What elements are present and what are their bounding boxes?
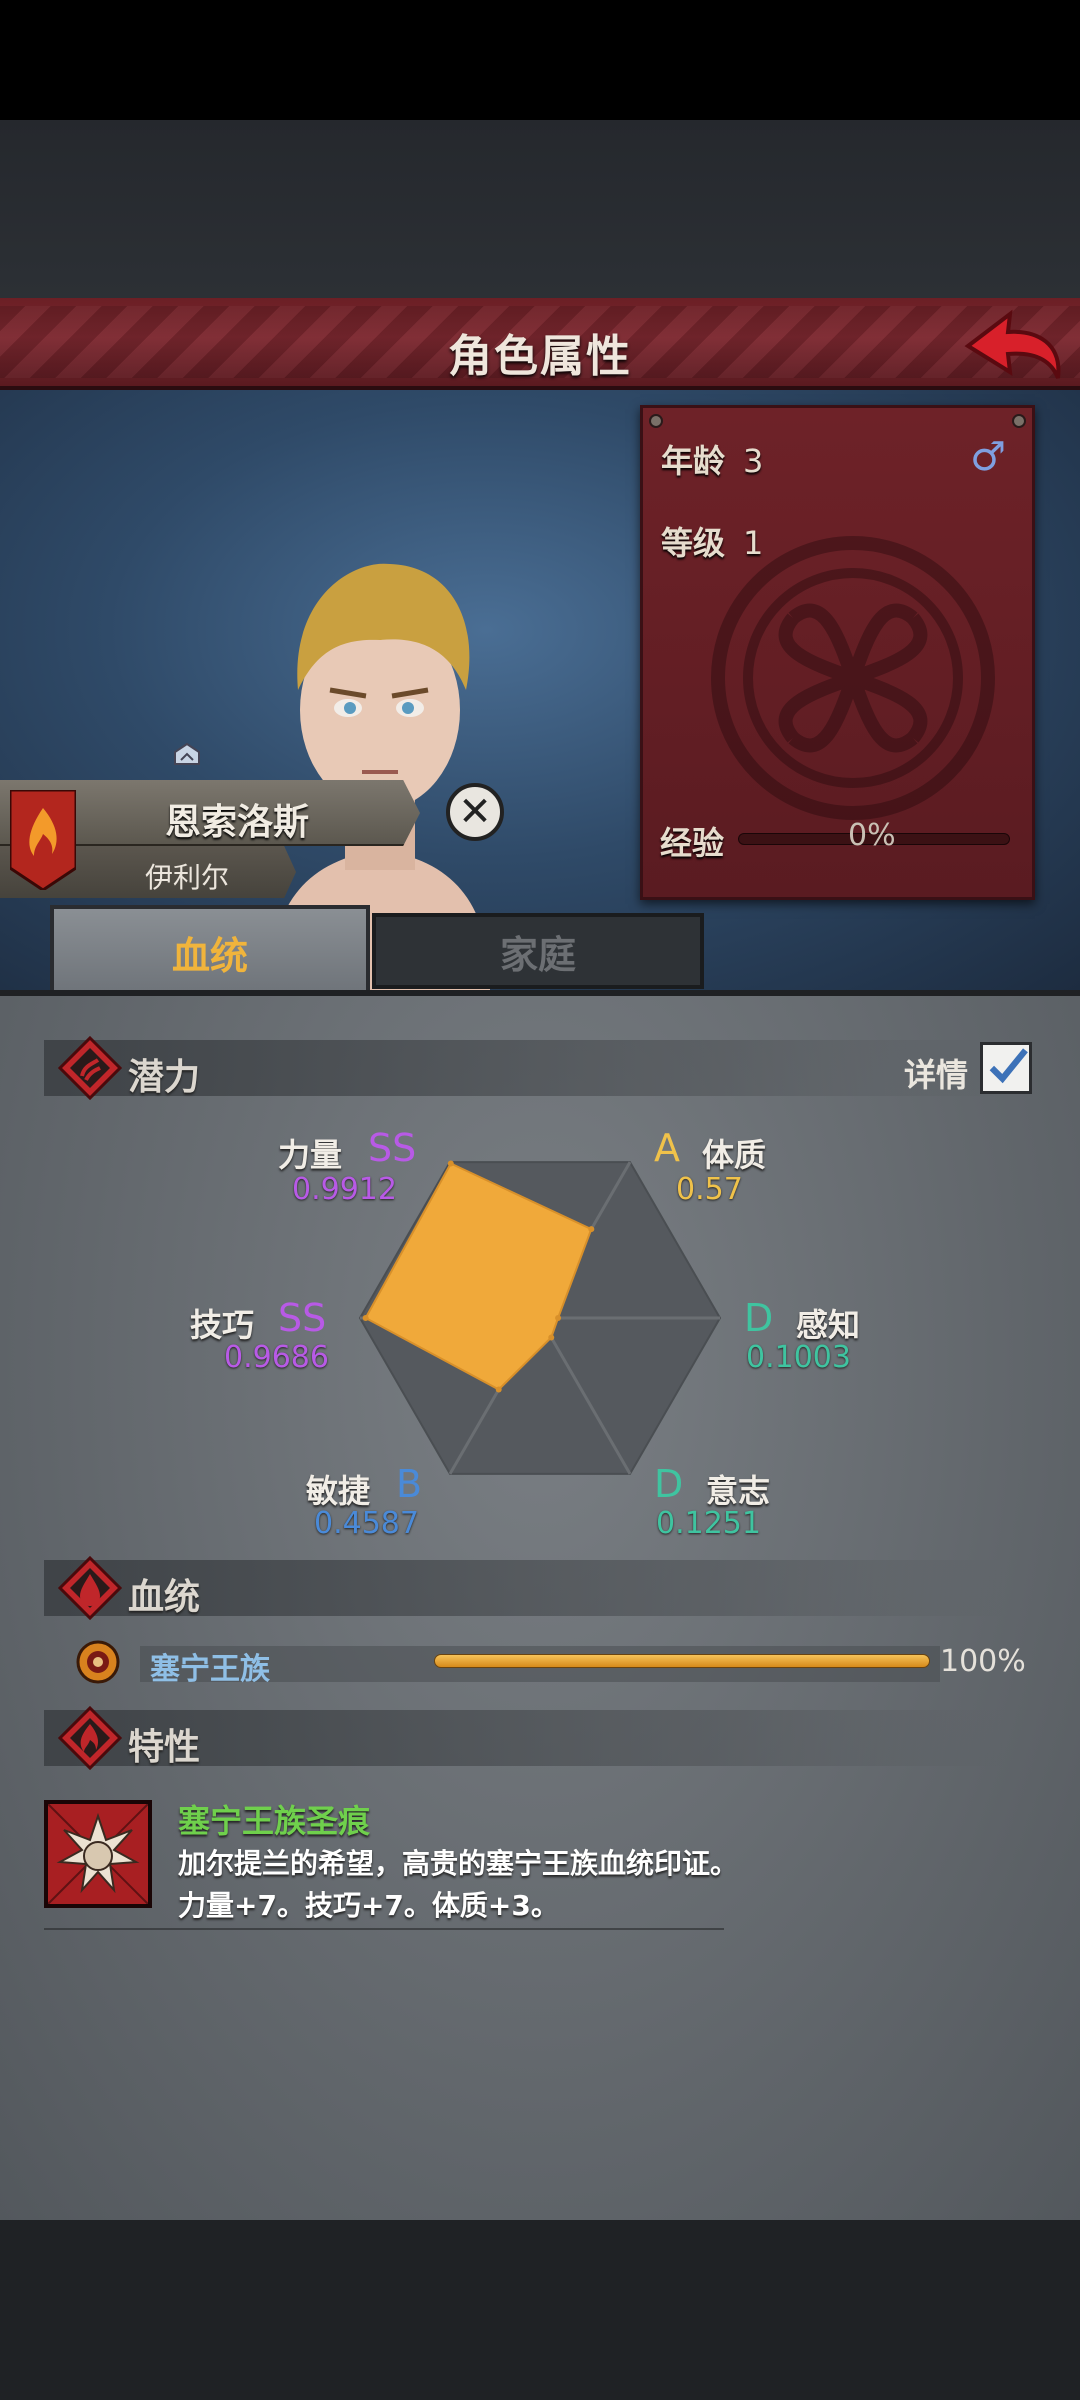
title-bar: 角色属性 [0,298,1080,390]
exp-label: 经验 [660,824,725,862]
close-icon: ✕ [458,789,492,835]
tab-family[interactable]: 家庭 [372,913,704,989]
bolt-icon [1012,414,1026,428]
bloodline-progress-bar [434,1654,930,1668]
potential-title: 潜力 [128,1057,201,1098]
bloodline-section-header: 血统 [44,1556,1004,1620]
bloodline-name: 塞宁王族 [150,1652,270,1687]
attr-value-perception: 0.1003 [746,1340,851,1375]
radar-point [447,1160,454,1167]
radar-point [555,1315,562,1321]
tab-bar: 血统 家庭 [0,905,1080,995]
attr-grade-will: D [654,1462,684,1506]
age-value: 3 [743,442,764,480]
attr-value-strength: 0.9912 [292,1172,397,1207]
traits-section-header: 特性 [44,1706,1004,1770]
level-value: 1 [743,524,764,562]
trait-description: 加尔提兰的希望，高贵的塞宁王族血统印证。 [178,1847,739,1880]
traits-title: 特性 [128,1727,201,1768]
character-name: 恩索洛斯 [165,802,310,843]
radar-point [548,1334,555,1341]
male-gender-icon: ♂ [970,434,1006,480]
age-row: 年龄 3 [661,436,763,482]
level-label: 等级 [661,524,726,562]
detail-label: 详情 [904,1056,969,1094]
level-row: 等级 1 [661,518,763,564]
celtic-knot-icon [711,536,995,820]
radar-point [495,1386,502,1393]
attr-value-will: 0.1251 [656,1506,761,1541]
status-bar [0,0,1080,120]
attr-name-strength: 力量 [278,1136,343,1174]
page-title: 角色属性 [448,331,632,382]
attr-name-constitution: 体质 [702,1136,767,1174]
attr-value-technique: 0.9686 [224,1340,329,1375]
exp-percent: 0% [848,818,896,853]
attr-grade-technique: SS [278,1296,327,1340]
attr-value-agility: 0.4587 [314,1506,419,1541]
detail-checkbox[interactable] [980,1042,1032,1094]
trait-effect: 力量+7。技巧+7。体质+3。 [178,1889,559,1922]
trait-divider [44,1928,724,1930]
top-background [0,120,1080,300]
attr-grade-constitution: A [654,1126,680,1170]
flame-crest-icon [10,790,76,890]
attr-grade-perception: D [744,1296,774,1340]
tab-bloodline[interactable]: 血统 [50,905,370,995]
bolt-icon [649,414,663,428]
attr-grade-agility: B [396,1462,423,1506]
attr-value-constitution: 0.57 [676,1172,743,1207]
potential-icon [58,1036,122,1100]
bottom-background [0,2220,1080,2400]
bloodline-percent: 100% [940,1644,1026,1679]
sun-emblem-icon [76,1640,120,1684]
rank-icon [174,742,200,765]
radar-point [588,1226,595,1233]
radar-point [362,1315,369,1321]
attr-grade-strength: SS [368,1126,417,1170]
age-label: 年龄 [661,442,726,480]
fire-icon [58,1706,122,1770]
remove-close-button[interactable]: ✕ [446,783,504,841]
blood-drop-icon [58,1556,122,1620]
trait-name: 塞宁王族圣痕 [178,1802,371,1840]
checkmark-icon [989,1048,1028,1084]
potential-section-header: 潜力 [44,1036,1004,1100]
character-subname: 伊利尔 [145,861,230,894]
bloodline-title: 血统 [128,1577,201,1618]
back-arrow-icon[interactable] [958,308,1068,386]
holy-mark-icon [44,1800,152,1908]
